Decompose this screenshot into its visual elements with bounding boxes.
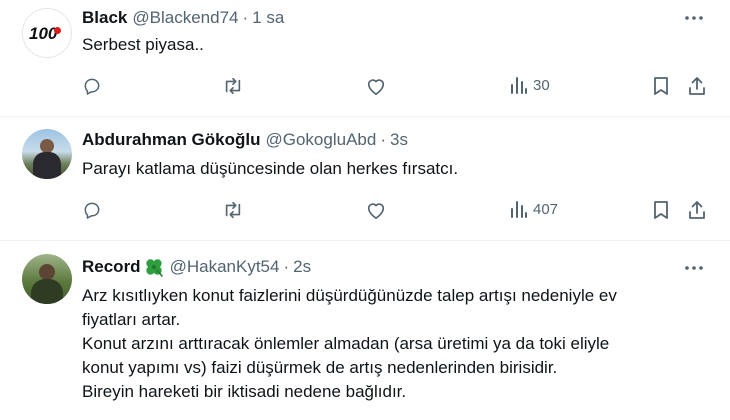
heart-icon — [367, 79, 385, 95]
tweet-text-line: Bireyin hareketi bir iktisadi nedene bağ… — [82, 382, 407, 401]
views-count: 407 — [533, 200, 559, 218]
like-button[interactable] — [365, 76, 387, 96]
views-button[interactable]: 30 — [509, 76, 550, 94]
views-count: 30 — [533, 76, 550, 94]
tweet-text-line: Konut arzını arttıracak önlemler almadan… — [82, 334, 610, 353]
views-icon — [511, 201, 527, 218]
more-options-icon[interactable] — [684, 258, 704, 278]
timestamp[interactable]: 3s — [390, 130, 408, 150]
share-button[interactable] — [688, 200, 706, 220]
reply-button[interactable] — [82, 76, 102, 96]
bookmark-button[interactable] — [652, 76, 670, 96]
avatar[interactable] — [22, 254, 72, 304]
timestamp[interactable]: 2s — [293, 257, 311, 277]
share-icon — [689, 201, 705, 219]
tweet-actions: 407 — [0, 198, 730, 222]
author-handle[interactable]: @HakanKyt54 — [170, 257, 280, 277]
tweet-text: Serbest piyasa.. — [82, 35, 204, 54]
reply-icon — [84, 202, 100, 219]
author-name[interactable]: Black — [82, 8, 127, 28]
bookmark-icon — [654, 77, 668, 95]
tweet-text-line: fiyatları artar. — [82, 310, 181, 329]
tweet-black[interactable]: 100 Black @Blackend74 · 1 sa Serbest piy… — [0, 0, 730, 117]
avatar-logo-text: 100 — [29, 24, 58, 43]
tweet-record[interactable]: Record @HakanKyt54 · 2s Arz kısıtlıyken … — [0, 241, 730, 420]
more-options-icon[interactable] — [684, 8, 704, 28]
retweet-icon — [225, 77, 241, 95]
retweet-button[interactable] — [222, 76, 244, 96]
retweet-icon — [225, 201, 241, 219]
share-icon — [689, 77, 705, 95]
avatar[interactable] — [22, 129, 72, 179]
author-handle[interactable]: @Blackend74 — [132, 8, 238, 28]
bookmark-button[interactable] — [652, 200, 670, 220]
author-name[interactable]: Abdurahman Gökoğlu — [82, 130, 261, 150]
heart-icon — [367, 203, 385, 219]
share-button[interactable] — [688, 76, 706, 96]
separator-dot: · — [380, 130, 386, 149]
author-handle[interactable]: @GokogluAbd — [266, 130, 377, 150]
retweet-button[interactable] — [222, 200, 244, 220]
timestamp[interactable]: 1 sa — [252, 8, 284, 28]
separator-dot: · — [242, 8, 249, 27]
four-leaf-clover-icon — [143, 256, 165, 278]
bookmark-icon — [654, 201, 668, 219]
reply-icon — [84, 78, 100, 95]
tweet-text: Arz kısıtlıyken konut faizlerini düşürdü… — [82, 284, 617, 404]
tweet-text-line: Arz kısıtlıyken konut faizlerini düşürdü… — [82, 286, 617, 305]
author-name[interactable]: Record — [82, 257, 141, 277]
like-button[interactable] — [365, 200, 387, 220]
tweet-text-line: konut yapımı vs) faizi düşürmek de artış… — [82, 358, 558, 377]
tweet-abdurahman[interactable]: Abdurahman Gökoğlu @GokogluAbd · 3s Para… — [0, 117, 730, 241]
tweet-text: Parayı katlama düşüncesinde olan herkes … — [82, 159, 459, 178]
avatar[interactable]: 100 — [22, 8, 72, 58]
views-icon — [511, 77, 527, 94]
separator-dot: · — [283, 257, 290, 276]
views-button[interactable]: 407 — [509, 200, 558, 218]
reply-button[interactable] — [82, 200, 102, 220]
tweet-actions: 30 — [0, 74, 730, 98]
